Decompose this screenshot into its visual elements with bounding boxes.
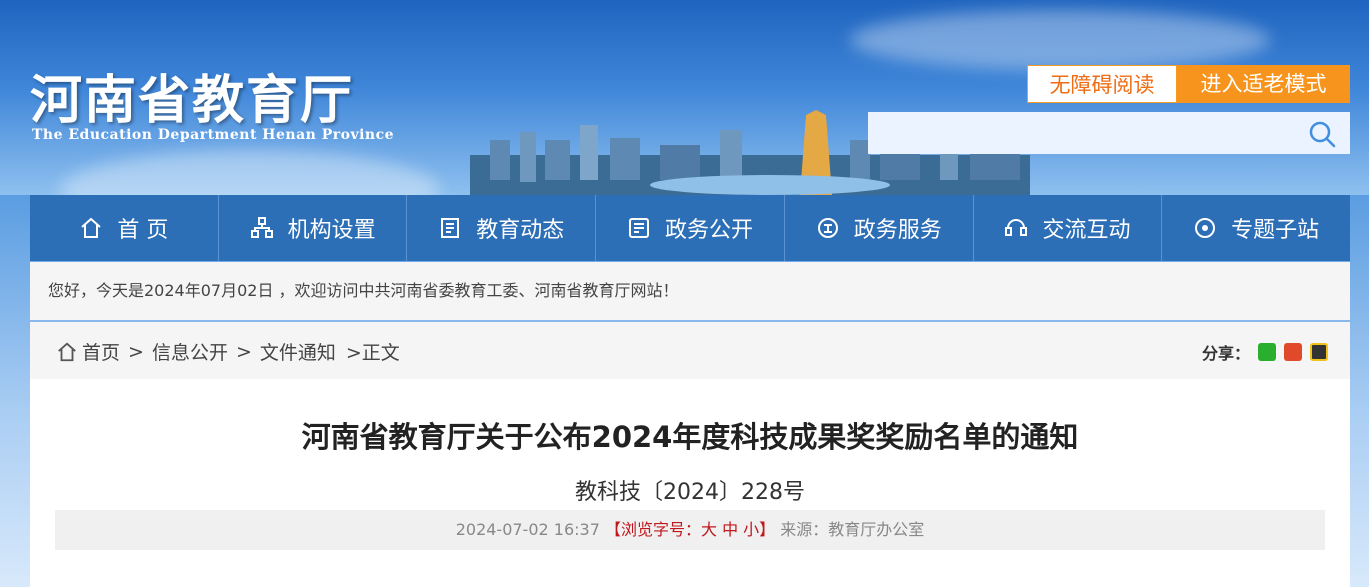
breadcrumb: 首页 > 信息公开 > 文件通知 >正文 [56, 338, 400, 365]
site-logo-subtitle: The Education Department Henan Province [32, 127, 395, 143]
nav-label: 政务服务 [853, 218, 942, 243]
nav-label: 首 页 [117, 218, 169, 243]
site-logo-title[interactable]: 河南省教育厅 [30, 58, 354, 133]
qq-icon[interactable] [1310, 343, 1328, 361]
org-icon [250, 217, 273, 238]
nav-label: 交流互动 [1042, 218, 1131, 243]
article-title: 河南省教育厅关于公布2024年度科技成果奖奖励名单的通知 [301, 420, 1079, 454]
nav-item-topic[interactable]: 专题子站 [1162, 195, 1350, 261]
search-box [868, 112, 1350, 154]
news-icon [441, 218, 460, 238]
gov-open-icon [629, 218, 649, 238]
nav-label: 专题子站 [1231, 218, 1320, 243]
breadcrumb-separator: > [235, 340, 252, 363]
interact-icon [1005, 219, 1028, 236]
gov-service-icon [817, 218, 838, 238]
share-bar: 分享： [1202, 340, 1328, 364]
cloud-decoration [850, 10, 1270, 70]
welcome-message: 您好，今天是2024年07月02日 ，欢迎访问中共河南省委教育工委、河南省教育厅… [30, 262, 1350, 320]
weibo-icon[interactable] [1284, 343, 1302, 361]
accessibility-reading-button[interactable]: 无障碍阅读 [1027, 65, 1177, 103]
home-icon [58, 342, 76, 361]
elder-mode-button[interactable]: 进入适老模式 [1177, 65, 1350, 103]
nav-item-gov-open[interactable]: 政务公开 [596, 195, 785, 261]
nav-label: 机构设置 [287, 218, 376, 243]
article-source: 来源：教育厅办公室 [780, 520, 925, 539]
document-number: 教科技〔2024〕228号 [575, 480, 805, 505]
article-meta: 2024-07-02 16:37 【浏览字号：大 中 小】 来源：教育厅办公室 [55, 510, 1325, 550]
article-panel: 首页 > 信息公开 > 文件通知 >正文 分享： 河南省教育厅关于公布2024年… [30, 322, 1350, 587]
nav-item-gov-service[interactable]: 政务服务 [785, 195, 974, 261]
nav-label: 政务公开 [665, 218, 754, 243]
nav-item-news[interactable]: 教育动态 [407, 195, 597, 261]
share-label: 分享： [1201, 344, 1250, 363]
publish-datetime: 2024-07-02 16:37 [455, 520, 600, 539]
breadcrumb-notice-link[interactable]: 文件通知 [260, 338, 336, 365]
breadcrumb-info-link[interactable]: 信息公开 [152, 338, 228, 365]
cloud-decoration [60, 150, 440, 195]
breadcrumb-separator: > [128, 340, 144, 363]
main-nav: 首 页 机构设置 教育动态 政务公开 政务服务 交流互动 专题子站 [30, 195, 1350, 261]
nav-item-interact[interactable]: 交流互动 [974, 195, 1163, 261]
nav-label: 教育动态 [476, 218, 565, 243]
breadcrumb-home-link[interactable]: 首页 [82, 338, 120, 365]
site-header: 河南省教育厅 The Education Department Henan Pr… [0, 0, 1369, 195]
breadcrumb-current: >正文 [345, 342, 400, 364]
search-icon[interactable] [1308, 120, 1336, 148]
breadcrumb-bar: 首页 > 信息公开 > 文件通知 >正文 分享： [30, 322, 1350, 379]
home-icon [81, 217, 102, 238]
nav-item-org[interactable]: 机构设置 [219, 195, 408, 261]
nav-item-home[interactable]: 首 页 [30, 195, 219, 261]
topic-icon [1195, 218, 1216, 238]
wechat-icon[interactable] [1258, 343, 1276, 361]
font-size-switcher[interactable]: 【浏览字号：大 中 小】 [605, 520, 775, 539]
search-input[interactable] [868, 112, 1312, 154]
